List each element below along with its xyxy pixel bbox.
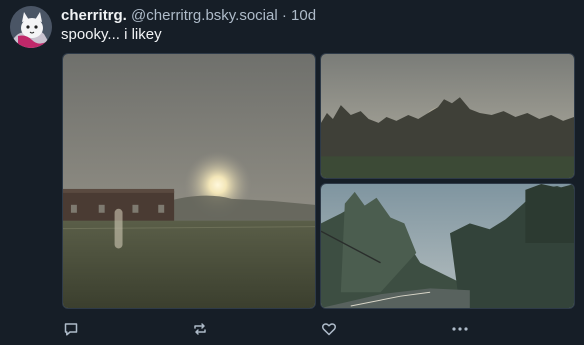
- image-grid: [62, 53, 575, 309]
- cat-avatar-icon: [10, 6, 52, 48]
- repost-icon: [194, 323, 206, 335]
- timestamp[interactable]: 10d: [291, 7, 316, 24]
- reply-button[interactable]: [62, 320, 80, 338]
- post-text: spooky... i likey: [61, 26, 162, 43]
- foggy-field-sunrise-photo-icon: [63, 54, 315, 308]
- repost-button[interactable]: [191, 320, 209, 338]
- like-button[interactable]: [320, 320, 338, 338]
- display-name[interactable]: cherritrg.: [61, 7, 127, 24]
- image-foggy-road[interactable]: [320, 183, 575, 309]
- action-bar: [62, 320, 482, 338]
- more-icon: [452, 327, 468, 331]
- foggy-treeline-photo-icon: [321, 54, 574, 178]
- more-options-button[interactable]: [451, 320, 469, 338]
- handle[interactable]: @cherritrg.bsky.social: [131, 7, 278, 24]
- reply-icon: [64, 323, 78, 336]
- foggy-road-photo-icon: [321, 184, 574, 308]
- post-card[interactable]: cherritrg. @cherritrg.bsky.social · 10d …: [0, 0, 584, 345]
- image-foggy-treeline[interactable]: [320, 53, 575, 179]
- like-icon: [321, 323, 337, 336]
- avatar[interactable]: [10, 6, 52, 48]
- separator: ·: [281, 7, 287, 24]
- post-header: cherritrg. @cherritrg.bsky.social · 10d: [61, 7, 316, 25]
- image-foggy-field[interactable]: [62, 53, 316, 309]
